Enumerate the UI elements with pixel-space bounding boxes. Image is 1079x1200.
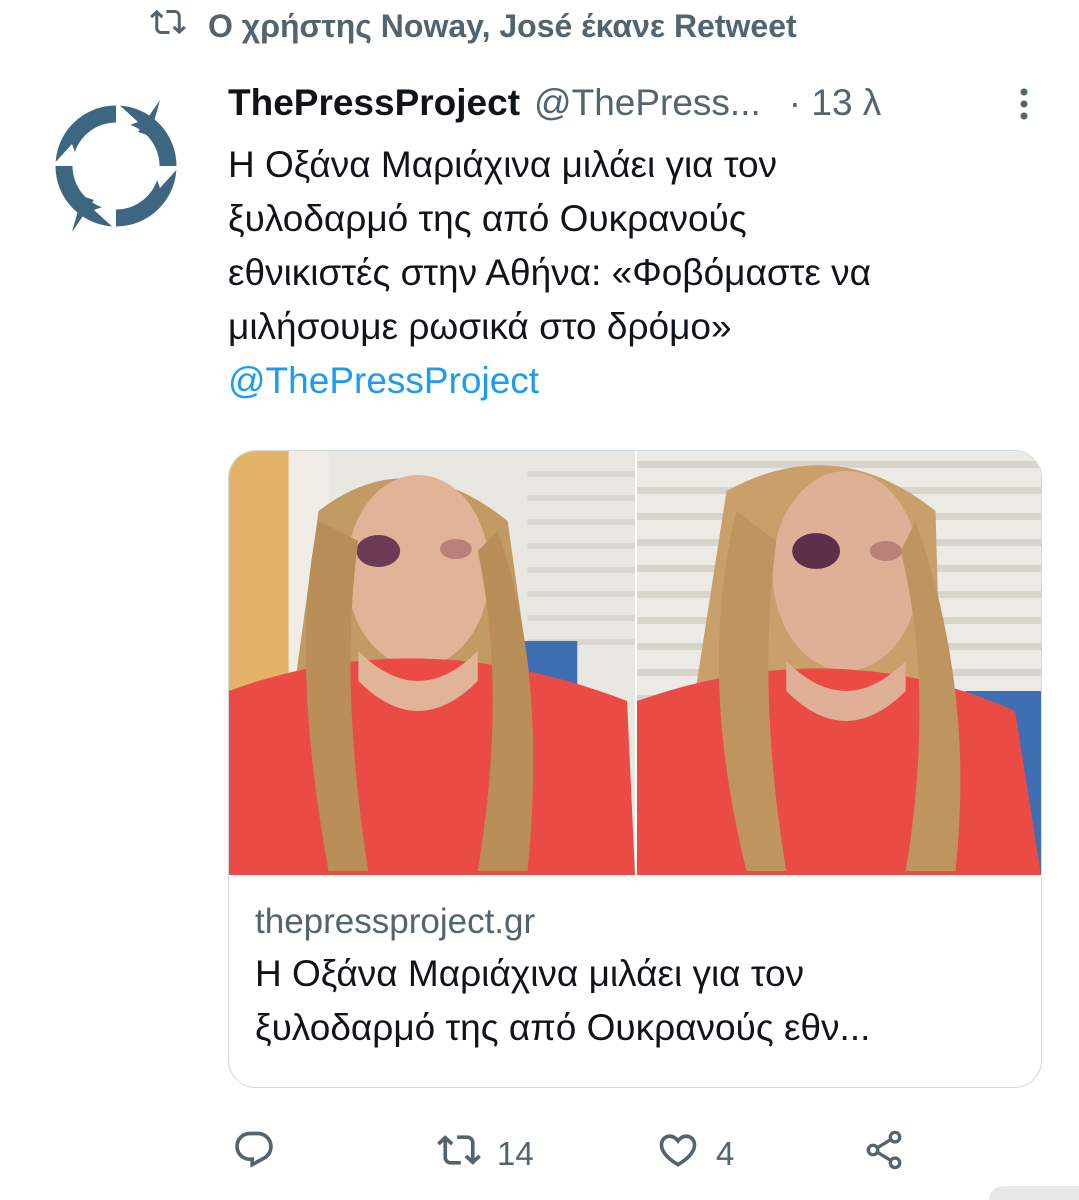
card-photo-left	[229, 451, 635, 875]
tweet-actions: 14 4	[232, 1128, 932, 1176]
card-domain: thepressproject.gr	[255, 902, 536, 941]
retweet-count: 14	[497, 1135, 534, 1172]
card-title-line: ξυλοδαρμό της από Ουκρανούς εθν...	[255, 1007, 871, 1048]
card-image[interactable]	[229, 451, 1041, 875]
retweet-icon	[150, 4, 186, 48]
more-options-icon[interactable]	[1014, 84, 1034, 124]
reply-icon	[232, 1128, 276, 1180]
retweet-context-text: Ο χρήστης Noway, José έκανε Retweet	[208, 7, 797, 44]
author-handle[interactable]: @ThePress...	[534, 82, 761, 124]
tweet-text-line: εθνικιστές στην Αθήνα: «Φοβόμαστε να	[228, 252, 871, 293]
author-name[interactable]: ThePressProject	[228, 82, 520, 124]
retweet-context[interactable]: Ο χρήστης Noway, José έκανε Retweet	[150, 4, 797, 48]
card-photo-right	[637, 451, 1041, 875]
retweet-button[interactable]: 14	[437, 1128, 534, 1180]
tweet-timestamp[interactable]: · 13 λ	[789, 82, 882, 124]
tweet-text-line: ξυλοδαρμό της από Ουκρανούς	[228, 198, 747, 239]
like-count: 4	[716, 1135, 735, 1172]
tweet-header: ThePressProject @ThePress... · 13 λ	[228, 78, 1048, 128]
tweet-text-line: Η Οξάνα Μαριάχινα μιλάει για τον	[228, 144, 778, 185]
share-icon	[862, 1128, 906, 1180]
reply-button[interactable]	[232, 1128, 276, 1180]
card-title-line: Η Οξάνα Μαριάχινα μιλάει για τον	[255, 953, 805, 994]
card-title: Η Οξάνα Μαριάχινα μιλάει για τον ξυλοδαρ…	[255, 947, 1021, 1055]
tweet-text: Η Οξάνα Μαριάχινα μιλάει για τον ξυλοδαρ…	[228, 138, 1058, 408]
tweet-text-line: μιλήσουμε ρωσικά στο δρόμο»	[228, 306, 732, 347]
mention-link[interactable]: @ThePressProject	[228, 354, 1058, 408]
link-preview-card[interactable]: thepressproject.gr Η Οξάνα Μαριάχινα μιλ…	[228, 450, 1042, 1088]
avatar[interactable]	[42, 92, 190, 240]
share-button[interactable]	[862, 1128, 906, 1180]
thepressproject-logo	[52, 100, 180, 232]
next-item-edge	[989, 1186, 1079, 1200]
card-meta: thepressproject.gr Η Οξάνα Μαριάχινα μιλ…	[255, 897, 1021, 1055]
retweet-action-icon	[437, 1128, 481, 1180]
like-button[interactable]: 4	[656, 1128, 734, 1180]
heart-icon	[656, 1128, 700, 1180]
